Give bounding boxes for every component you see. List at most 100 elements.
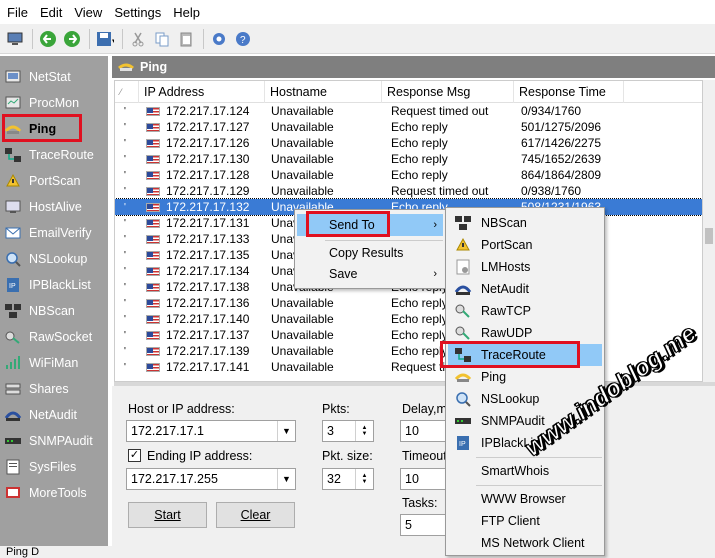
submenu-item-www-browser[interactable]: WWW Browser (448, 488, 602, 510)
delay-input[interactable]: 10 (400, 420, 448, 442)
sidebar-item-moretools[interactable]: MoreTools (4, 481, 104, 505)
menu-item-copy-results[interactable]: Copy Results (297, 242, 443, 264)
table-row[interactable]: ' 172.217.17.129 Unavailable Request timed … (115, 183, 702, 199)
table-row[interactable]: ' 172.217.17.128 Unavailable Echo reply 864/… (115, 167, 702, 183)
spinner-arrows-icon[interactable]: ▲ ▼ (355, 421, 373, 441)
ending-ip-input[interactable]: 172.217.17.255 ▼ (126, 468, 296, 490)
ip-text: 172.217.17.139 (166, 344, 250, 358)
sidebar-item-snmpaudit[interactable]: SNMPAudit (4, 429, 104, 453)
timeout-value: 10 (405, 472, 419, 486)
copy-icon[interactable] (151, 28, 173, 50)
submenu-item-ftp-client[interactable]: FTP Client (448, 510, 602, 532)
sidebar-item-shares[interactable]: Shares (4, 377, 104, 401)
paste-icon[interactable] (175, 28, 197, 50)
sidebar-item-label: PortScan (29, 174, 81, 188)
us-flag-icon (146, 250, 160, 260)
ending-ip-input-value: 172.217.17.255 (131, 472, 218, 486)
table-row[interactable]: ' 172.217.17.127 Unavailable Echo reply 501/… (115, 119, 702, 135)
menu-view[interactable]: View (67, 5, 107, 20)
menu-settings[interactable]: Settings (107, 5, 166, 20)
sidebar-item-wifiman[interactable]: WiFiMan (4, 351, 104, 375)
clear-button[interactable]: Clear (216, 502, 295, 528)
spinner-arrows-icon[interactable]: ▲ ▼ (355, 469, 373, 489)
column-header-ip[interactable]: IP Address (139, 81, 265, 103)
moretools-icon (4, 484, 22, 502)
submenu-item-label: RawTCP (481, 304, 532, 318)
us-flag-icon (146, 154, 160, 164)
chevron-down-icon[interactable]: ▼ (277, 469, 295, 489)
table-row[interactable]: ' 172.217.17.130 Unavailable Echo reply 745/… (115, 151, 702, 167)
sidebar-item-rawsocket[interactable]: RawSocket (4, 325, 104, 349)
sidebar-item-procmon[interactable]: ProcMon (4, 91, 104, 115)
us-flag-icon (146, 170, 160, 180)
menu-file[interactable]: File (0, 5, 33, 20)
sidebar-item-netstat[interactable]: NetStat (4, 65, 104, 89)
row-marker: ' (124, 249, 126, 261)
menu-help[interactable]: Help (166, 5, 205, 20)
table-row[interactable]: ' 172.217.17.140 Unavailable Echo reply (115, 311, 702, 327)
table-vertical-scrollbar[interactable] (703, 80, 715, 382)
save-icon[interactable]: ▾ (94, 28, 116, 50)
submenu-item-rawtcp[interactable]: RawTCP (448, 300, 602, 322)
submenu-arrow-icon: › (433, 268, 437, 280)
hostname-cell: Unavailable (271, 328, 334, 342)
sidebar-item-ipblacklist[interactable]: IP IPBlackList (4, 273, 104, 297)
netstat-icon (4, 68, 22, 86)
sidebar-item-sysfiles[interactable]: SysFiles (4, 455, 104, 479)
submenu-item-ping[interactable]: Ping (448, 366, 602, 388)
back-icon[interactable] (37, 28, 59, 50)
sidebar-item-netaudit[interactable]: NetAudit (4, 403, 104, 427)
menu-edit[interactable]: Edit (33, 5, 67, 20)
chevron-down-icon[interactable]: ▼ (277, 421, 295, 441)
submenu-item-netaudit[interactable]: NetAudit (448, 278, 602, 300)
table-row[interactable]: ' 172.217.17.139 Unavailable Echo reply (115, 343, 702, 359)
column-header-response-msg[interactable]: Response Msg (382, 81, 514, 103)
us-flag-icon (146, 186, 160, 196)
submenu-item-portscan[interactable]: PortScan (448, 234, 602, 256)
menu-separator (476, 485, 602, 486)
column-header-hostname[interactable]: Hostname (265, 81, 382, 103)
pkt-size-spinner[interactable]: 32 ▲ ▼ (322, 468, 374, 490)
hostalive-icon (4, 198, 22, 216)
start-button[interactable]: Start (128, 502, 207, 528)
sort-column-header[interactable]: ⁄ (115, 81, 139, 103)
submenu-item-ms-network-client[interactable]: MS Network Client (448, 532, 602, 554)
submenu-item-label: RawUDP (481, 326, 533, 340)
sidebar-item-label: HostAlive (29, 200, 82, 214)
tasks-input[interactable]: 5 (400, 514, 448, 536)
sidebar-item-portscan[interactable]: PortScan (4, 169, 104, 193)
table-row[interactable]: ' 172.217.17.136 Unavailable Echo reply (115, 295, 702, 311)
sidebar-item-label: TraceRoute (29, 148, 94, 162)
column-header-response-time[interactable]: Response Time (514, 81, 624, 103)
settings-icon[interactable] (208, 28, 230, 50)
sidebar-item-label: Shares (29, 382, 69, 396)
svg-text:IP: IP (9, 283, 16, 290)
sidebar-item-nslookup[interactable]: NSLookup (4, 247, 104, 271)
table-row[interactable]: ' 172.217.17.137 Unavailable Echo reply (115, 327, 702, 343)
submenu-item-nbscan[interactable]: NBScan (448, 212, 602, 234)
scrollbar-thumb[interactable] (705, 228, 713, 244)
cut-icon[interactable] (127, 28, 149, 50)
us-flag-icon (146, 282, 160, 292)
sidebar-item-hostalive[interactable]: HostAlive (4, 195, 104, 219)
host-input[interactable]: 172.217.17.1 ▼ (126, 420, 296, 442)
menu-item-save[interactable]: Save › (297, 263, 443, 285)
delay-value: 10 (405, 424, 419, 438)
tasks-value: 5 (405, 518, 412, 532)
timeout-input[interactable]: 10 (400, 468, 448, 490)
table-row[interactable]: ' 172.217.17.124 Unavailable Request timed … (115, 103, 702, 119)
help-icon[interactable]: ? (232, 28, 254, 50)
ping-highlight-box (2, 114, 82, 142)
submenu-item-lmhosts[interactable]: LMHosts (448, 256, 602, 278)
hostname-cell: Unavailable (271, 104, 334, 118)
monitor-icon[interactable] (4, 28, 26, 50)
table-row[interactable]: ' 172.217.17.126 Unavailable Echo reply 617/… (115, 135, 702, 151)
ending-ip-checkbox[interactable]: ✓ (128, 449, 141, 462)
submenu-item-smartwhois[interactable]: SmartWhois (448, 460, 602, 482)
forward-icon[interactable] (61, 28, 83, 50)
sidebar-item-emailverify[interactable]: EmailVerify (4, 221, 104, 245)
sidebar-item-traceroute[interactable]: TraceRoute (4, 143, 104, 167)
sidebar-item-nbscan[interactable]: NBScan (4, 299, 104, 323)
pkts-spinner[interactable]: 3 ▲ ▼ (322, 420, 374, 442)
row-marker: ' (124, 265, 126, 277)
